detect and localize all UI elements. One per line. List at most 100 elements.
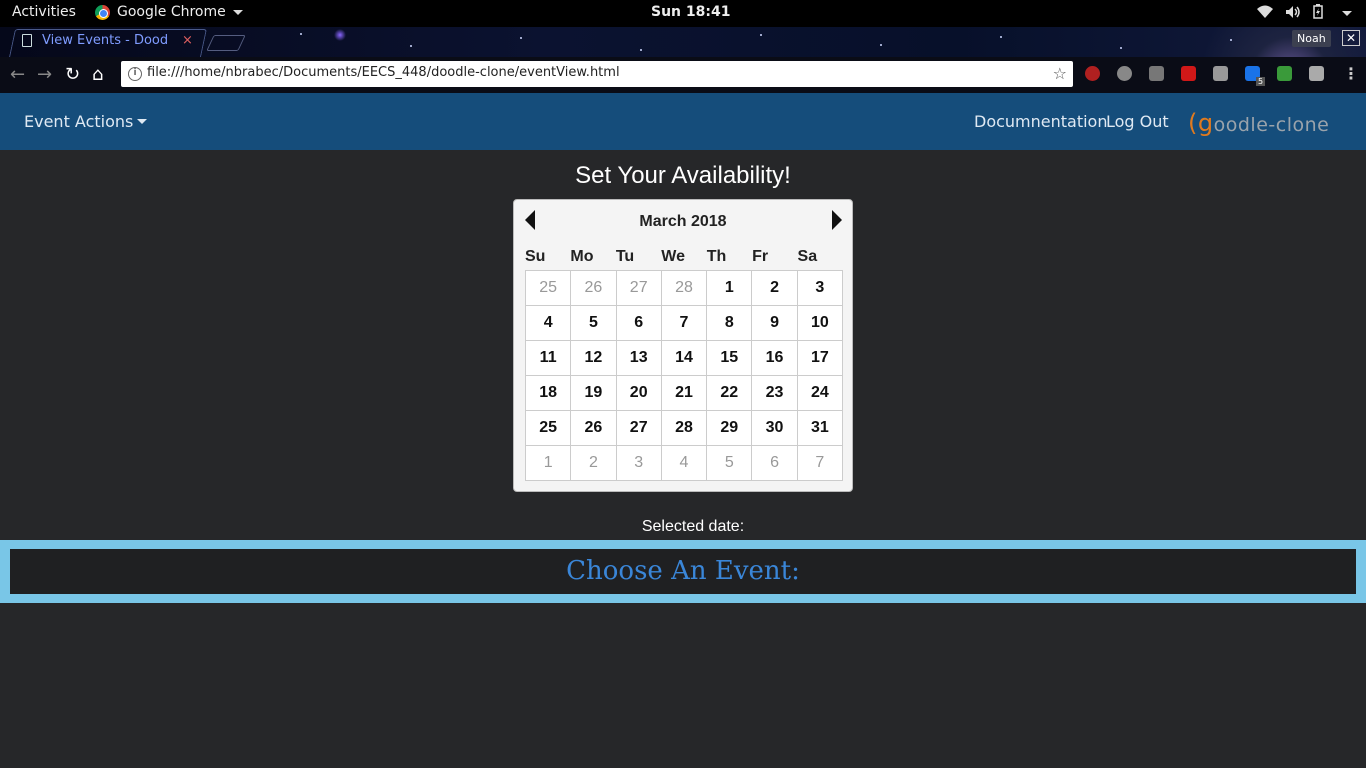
info-icon[interactable]: i: [128, 67, 142, 81]
address-bar[interactable]: i file:///home/nbrabec/Documents/EECS_44…: [121, 61, 1073, 87]
volume-icon: [1285, 5, 1301, 23]
extension-icon[interactable]: [1213, 66, 1228, 81]
calendar-day-other-month[interactable]: 26: [571, 271, 617, 306]
weekday-label: Su: [525, 248, 546, 265]
calendar-day[interactable]: 5: [571, 306, 617, 341]
calendar-day[interactable]: 13: [616, 341, 662, 376]
event-heading: Choose An Event:: [566, 556, 800, 586]
site-logo[interactable]: (goodle-clone: [1188, 109, 1329, 137]
weekday-label: Fr: [752, 248, 769, 265]
calendar-day[interactable]: 29: [707, 411, 753, 446]
weekday-label: Sa: [797, 248, 818, 265]
month-label: March 2018: [639, 213, 727, 230]
site-navbar: Event Actions Documnentation Log Out (go…: [0, 93, 1366, 150]
system-top-bar: Activities Google Chrome Sun 18:41: [0, 0, 1366, 27]
system-clock[interactable]: Sun 18:41: [651, 4, 730, 20]
new-tab-button[interactable]: [206, 35, 246, 51]
calendar-day[interactable]: 28: [661, 411, 708, 446]
extension-icon[interactable]: [1149, 66, 1164, 81]
calendar-day[interactable]: 9: [752, 306, 798, 341]
url-text[interactable]: file:///home/nbrabec/Documents/EECS_448/…: [147, 65, 620, 80]
extension-icon[interactable]: [1277, 66, 1292, 81]
calendar-day[interactable]: 19: [571, 376, 617, 411]
calendar-day[interactable]: 3: [797, 271, 843, 306]
tab-close-icon[interactable]: ×: [182, 33, 193, 48]
calendar-day-other-month[interactable]: 1: [526, 446, 572, 481]
calendar-day[interactable]: 8: [707, 306, 753, 341]
calendar-day[interactable]: 12: [571, 341, 617, 376]
forward-arrow-icon[interactable]: →: [37, 64, 52, 85]
browser-toolbar: ← → ↻ ⌂ i file:///home/nbrabec/Documents…: [0, 57, 1366, 93]
documentation-link[interactable]: Documnentation: [974, 112, 1107, 131]
system-status-area[interactable]: [1257, 4, 1352, 23]
calendar-day[interactable]: 4: [526, 306, 572, 341]
calendar-day[interactable]: 10: [797, 306, 843, 341]
calendar-day[interactable]: 2: [752, 271, 798, 306]
tab-title: View Events - Dood: [42, 33, 169, 48]
wifi-icon: [1257, 5, 1273, 23]
back-arrow-icon[interactable]: ←: [10, 64, 25, 85]
event-panel-inner: Choose An Event:: [10, 549, 1356, 594]
calendar-day[interactable]: 14: [661, 341, 708, 376]
calendar-day-other-month[interactable]: 3: [616, 446, 662, 481]
calendar-day[interactable]: 26: [571, 411, 617, 446]
calendar-day[interactable]: 1: [707, 271, 753, 306]
app-menu[interactable]: Google Chrome: [95, 4, 243, 20]
calendar-day[interactable]: 24: [797, 376, 843, 411]
calendar-day[interactable]: 21: [661, 376, 708, 411]
tab-label-group[interactable]: View Events - Dood: [22, 33, 168, 48]
calendar-day[interactable]: 11: [526, 341, 572, 376]
calendar-grid: 25 26 27 28 1 2 3 4 5 6 7 8 9 10 11 12 13 14 15 16 17 18 19 20 2…: [525, 270, 843, 481]
calendar-day-other-month[interactable]: 28: [661, 271, 708, 306]
profile-button[interactable]: Noah: [1292, 30, 1331, 47]
extension-icon[interactable]: [1117, 66, 1132, 81]
chevron-down-icon: [1342, 11, 1352, 16]
weekday-label: We: [661, 248, 685, 265]
calendar-day[interactable]: 17: [797, 341, 843, 376]
calendar-day-other-month[interactable]: 6: [752, 446, 798, 481]
weekday-label: Th: [706, 248, 727, 265]
calendar-day[interactable]: 7: [661, 306, 708, 341]
event-actions-label: Event Actions: [24, 112, 134, 131]
selected-date-label: Selected date:: [641, 518, 745, 535]
calendar-day[interactable]: 27: [616, 411, 662, 446]
calendar-day[interactable]: 6: [616, 306, 662, 341]
calendar-day[interactable]: 25: [526, 411, 572, 446]
extension-icon[interactable]: [1309, 66, 1324, 81]
calendar-day[interactable]: 18: [526, 376, 572, 411]
page-icon: [22, 34, 32, 47]
next-month-icon[interactable]: [832, 210, 842, 230]
logo-text: oodle-clone: [1213, 114, 1330, 136]
battery-icon: [1313, 4, 1323, 23]
calendar-day-other-month[interactable]: 25: [526, 271, 572, 306]
calendar-day[interactable]: 31: [797, 411, 843, 446]
bookmark-star-icon[interactable]: ☆: [1053, 64, 1067, 83]
more-menu-icon[interactable]: ⋮: [1343, 64, 1359, 83]
calendar-day[interactable]: 22: [707, 376, 753, 411]
window-close-button[interactable]: ✕: [1342, 30, 1360, 46]
weekday-label: Mo: [570, 248, 594, 265]
calendar-day[interactable]: 20: [616, 376, 662, 411]
calendar-day-other-month[interactable]: 27: [616, 271, 662, 306]
page-title: Set Your Availability!: [575, 162, 791, 189]
extension-badge: 5: [1256, 77, 1266, 86]
ublock-extension-icon[interactable]: [1085, 66, 1100, 81]
calendar-day-other-month[interactable]: 5: [707, 446, 753, 481]
logout-link[interactable]: Log Out: [1106, 112, 1169, 131]
event-panel: Choose An Event:: [0, 540, 1366, 603]
extension-icon[interactable]: [1181, 66, 1196, 81]
calendar-day-other-month[interactable]: 7: [797, 446, 843, 481]
calendar-day-other-month[interactable]: 2: [571, 446, 617, 481]
weekday-header: Su Mo Tu We Th Fr Sa: [525, 248, 843, 266]
browser-tab-strip: View Events - Dood × Noah ✕: [0, 27, 1366, 57]
reload-icon[interactable]: ↻: [65, 64, 80, 85]
calendar-day[interactable]: 23: [752, 376, 798, 411]
chevron-down-icon: [232, 9, 243, 15]
calendar-day[interactable]: 30: [752, 411, 798, 446]
event-actions-dropdown[interactable]: Event Actions: [24, 112, 148, 131]
calendar-day-other-month[interactable]: 4: [661, 446, 708, 481]
calendar-day[interactable]: 16: [752, 341, 798, 376]
calendar-day[interactable]: 15: [707, 341, 753, 376]
activities-button[interactable]: Activities: [12, 4, 76, 20]
home-icon[interactable]: ⌂: [92, 64, 103, 85]
